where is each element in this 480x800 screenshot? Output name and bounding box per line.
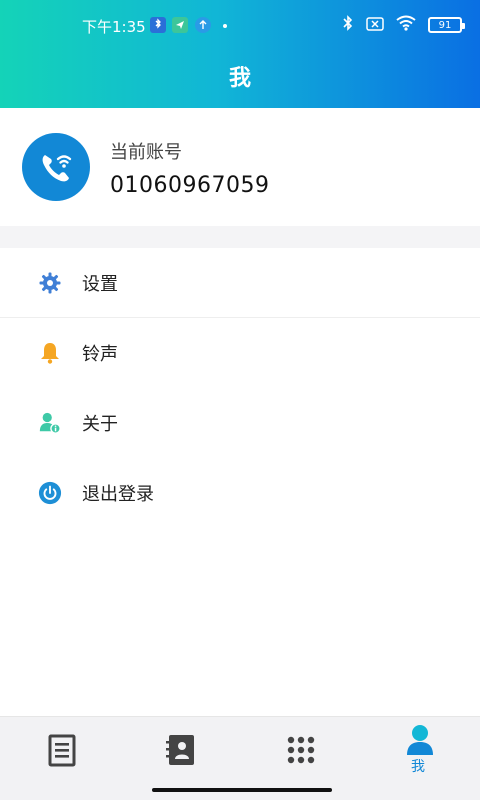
menu-item-about[interactable]: 关于 xyxy=(0,388,480,458)
page-title: 我 xyxy=(228,66,251,91)
battery-level: 91 xyxy=(438,19,452,31)
person-info-icon xyxy=(38,411,62,435)
no-sim-icon xyxy=(366,16,384,35)
menu-item-ringtone[interactable]: 铃声 xyxy=(0,318,480,388)
home-indicator[interactable] xyxy=(152,788,332,792)
menu-item-label: 退出登录 xyxy=(82,484,154,505)
account-label: 当前账号 xyxy=(110,142,182,163)
bluetooth-icon xyxy=(342,14,354,36)
upload-app-icon xyxy=(195,17,211,33)
menu-item-label: 铃声 xyxy=(82,344,118,365)
menu-item-label: 关于 xyxy=(82,414,118,435)
account-number: 01060967059 xyxy=(110,173,270,198)
me-icon[interactable] xyxy=(403,723,437,757)
notification-dot xyxy=(223,24,227,28)
battery-icon: 91 xyxy=(428,17,465,33)
menu-item-label: 设置 xyxy=(82,273,118,295)
settings-menu: 设置 铃声 关于 退出登录 xyxy=(0,248,480,528)
menu-item-settings[interactable]: 设置 xyxy=(0,248,480,318)
wifi-icon xyxy=(396,15,416,35)
status-bar: 下午1:35 91 xyxy=(0,0,480,52)
nav-me-label: 我 xyxy=(411,759,425,775)
account-section: 当前账号 01060967059 xyxy=(0,108,480,226)
gear-icon xyxy=(38,271,62,295)
call-log-icon[interactable] xyxy=(45,733,79,767)
status-time: 下午1:35 xyxy=(82,18,146,36)
power-icon xyxy=(38,481,62,505)
phone-wifi-icon xyxy=(22,133,90,201)
section-divider xyxy=(0,226,480,248)
location-app-icon xyxy=(172,17,188,33)
bluetooth-app-icon xyxy=(150,17,166,33)
menu-item-logout[interactable]: 退出登录 xyxy=(0,458,480,528)
bell-icon xyxy=(38,341,62,365)
contacts-icon[interactable] xyxy=(164,733,198,767)
dialpad-icon[interactable] xyxy=(284,733,318,767)
header: 下午1:35 91 我 xyxy=(0,0,480,108)
